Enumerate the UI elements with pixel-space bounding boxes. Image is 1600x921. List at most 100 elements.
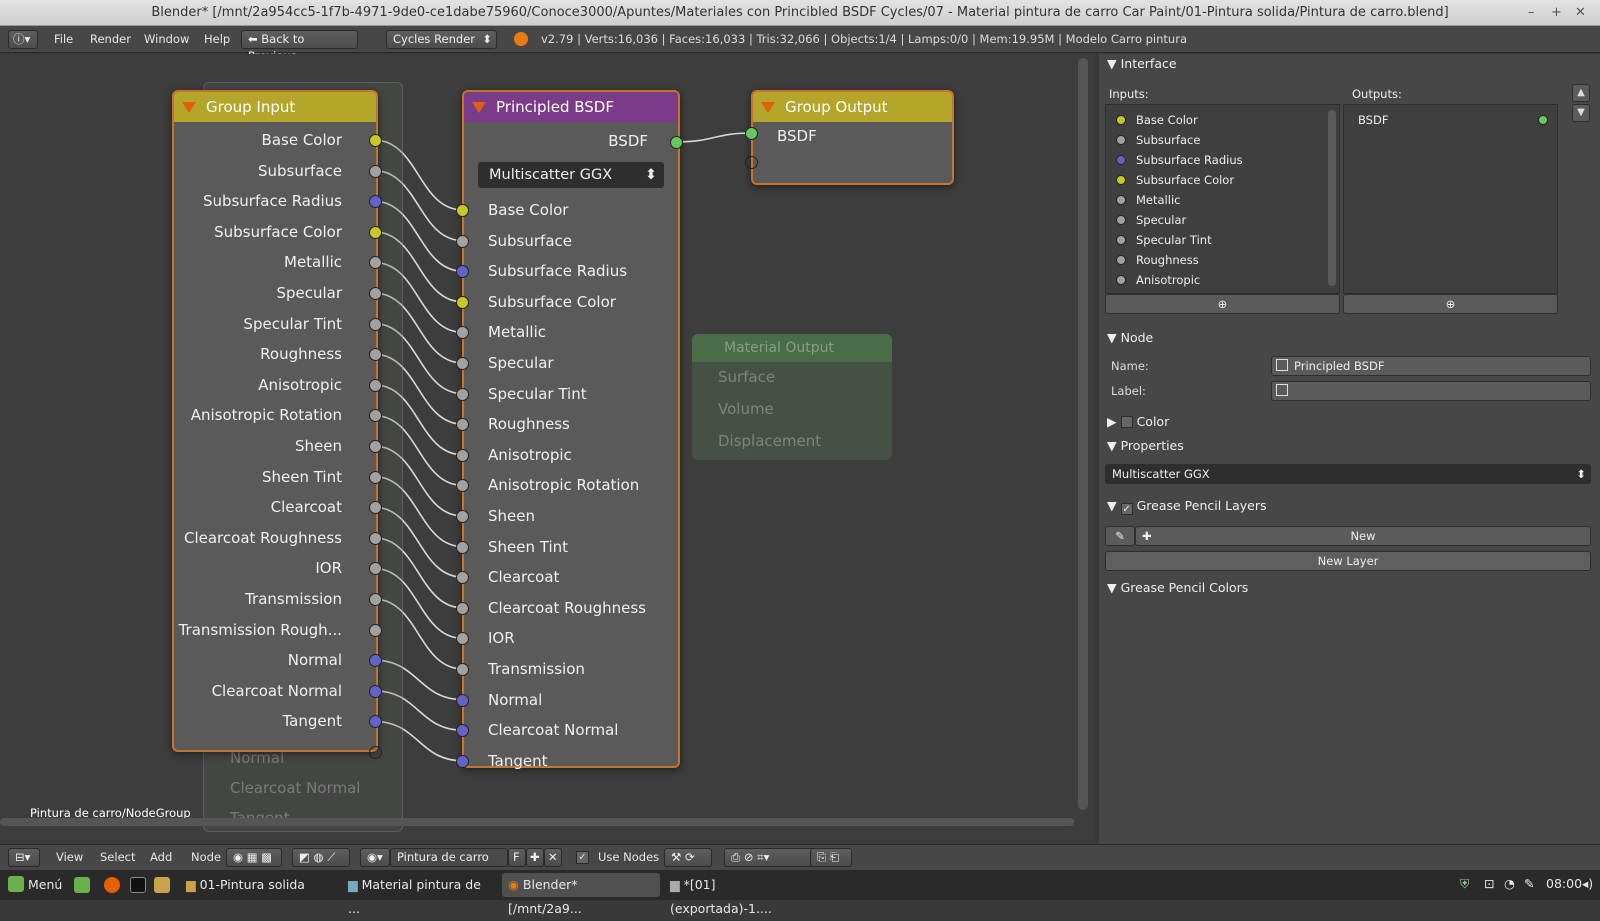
- unlink-material-icon[interactable]: ✕: [544, 848, 562, 867]
- node-editor[interactable]: NodeGroup Normal Clearcoat Normal Tangen…: [0, 54, 1095, 844]
- task-blender[interactable]: ◉ Blender* [/mnt/2a9...: [502, 873, 660, 916]
- start-menu-button[interactable]: Menú: [2, 873, 68, 897]
- principled-input-socket[interactable]: [456, 234, 469, 248]
- interface-outputs-list[interactable]: BSDF: [1343, 104, 1558, 294]
- node-name-field[interactable]: Principled BSDF: [1271, 356, 1591, 376]
- volume-icon[interactable]: ◂): [1582, 876, 1593, 891]
- principled-bsdf-node[interactable]: Principled BSDF BSDF Multiscatter GGX ⬍ B…: [456, 90, 683, 770]
- interface-input-item[interactable]: Specular Tint: [1106, 231, 1326, 249]
- task-document[interactable]: ▆ Material pintura de ...: [342, 873, 498, 916]
- principled-input-socket[interactable]: [456, 479, 469, 493]
- task-image[interactable]: ▆ *[01] (exportada)-1....: [664, 873, 824, 916]
- menu-add[interactable]: Add: [146, 848, 176, 867]
- group-output-header[interactable]: Group Output: [753, 92, 952, 122]
- group-input-socket[interactable]: [369, 225, 382, 239]
- group-input-socket[interactable]: [369, 317, 382, 331]
- principled-bsdf-header[interactable]: Principled BSDF: [464, 92, 678, 122]
- principled-input-socket[interactable]: [456, 601, 469, 615]
- editor-type-node-icon[interactable]: ⊟▾: [8, 848, 40, 867]
- grease-pencil-colors-header[interactable]: ▼ Grease Pencil Colors: [1107, 580, 1248, 595]
- node-panel-header[interactable]: ▼ Node: [1107, 330, 1153, 345]
- principled-input-socket[interactable]: [456, 448, 469, 462]
- network-icon[interactable]: ⊡: [1484, 876, 1494, 891]
- grease-pencil-icon[interactable]: ✎: [1105, 526, 1135, 546]
- shield-icon[interactable]: ⛨: [1460, 876, 1469, 892]
- copy-paste-icons[interactable]: ⎘ ⎗: [810, 848, 852, 867]
- show-desktop-icon[interactable]: [74, 877, 90, 893]
- move-up-icon[interactable]: ▲: [1572, 84, 1590, 102]
- principled-input-socket[interactable]: [456, 754, 469, 768]
- bsdf-link[interactable]: [675, 132, 753, 143]
- group-input-socket[interactable]: [369, 531, 382, 545]
- firefox-icon[interactable]: [104, 877, 120, 893]
- folder-icon[interactable]: [154, 877, 170, 893]
- inputs-list-scrollbar[interactable]: [1328, 110, 1336, 286]
- minimize-icon[interactable]: –: [1528, 0, 1535, 26]
- pen-icon[interactable]: ✎: [1524, 876, 1534, 891]
- principled-input-socket[interactable]: [456, 632, 469, 646]
- menu-window[interactable]: Window: [140, 30, 193, 49]
- vertical-scrollbar[interactable]: [1078, 58, 1088, 810]
- grease-layers-checkbox[interactable]: ✓: [1120, 503, 1133, 515]
- add-output-button[interactable]: ⊕: [1343, 294, 1558, 314]
- user-icon[interactable]: ◔: [1504, 876, 1515, 891]
- principled-input-socket[interactable]: [456, 510, 469, 523]
- principled-input-socket[interactable]: [456, 265, 469, 279]
- move-down-icon[interactable]: ▼: [1572, 104, 1590, 122]
- interface-output-item[interactable]: BSDF: [1344, 111, 1556, 129]
- shader-object-icons[interactable]: ◩ ◍ ⟋: [292, 848, 350, 867]
- menu-render[interactable]: Render: [86, 30, 135, 49]
- grease-pencil-layers-header[interactable]: ▼ ✓ Grease Pencil Layers: [1107, 498, 1267, 515]
- horizontal-scrollbar[interactable]: [0, 818, 1074, 826]
- principled-input-socket[interactable]: [456, 326, 469, 340]
- render-engine-select[interactable]: Cycles Render ⬍: [386, 30, 497, 49]
- material-name-field[interactable]: Pintura de carro: [390, 848, 508, 867]
- properties-panel-header[interactable]: ▼ Properties: [1107, 438, 1184, 453]
- group-input-socket[interactable]: [369, 684, 382, 698]
- distribution-select[interactable]: Multiscatter GGX ⬍: [478, 162, 664, 188]
- material-browse-icon[interactable]: ◉▾: [360, 848, 390, 867]
- new-layer-button[interactable]: New Layer: [1105, 551, 1591, 571]
- principled-input-socket[interactable]: [456, 693, 469, 707]
- group-input-socket[interactable]: [369, 164, 382, 178]
- group-output-bsdf-socket[interactable]: [745, 127, 758, 140]
- add-input-button[interactable]: ⊕: [1105, 294, 1340, 314]
- menu-select[interactable]: Select: [96, 848, 139, 867]
- task-folder[interactable]: ▆ 01-Pintura solida: [180, 873, 338, 897]
- principled-input-socket[interactable]: [456, 571, 469, 585]
- group-output-empty-socket[interactable]: [745, 156, 758, 169]
- group-input-socket[interactable]: [369, 470, 382, 484]
- bsdf-output-socket[interactable]: [670, 136, 683, 149]
- group-input-socket[interactable]: [369, 378, 382, 392]
- color-panel-header[interactable]: ▶ Color: [1107, 414, 1169, 429]
- group-input-socket[interactable]: [369, 134, 382, 147]
- menu-view[interactable]: View: [52, 848, 87, 867]
- group-input-node[interactable]: Group Input Base Color Subsurface Subsurfa…: [172, 90, 382, 759]
- maximize-icon[interactable]: +: [1551, 0, 1562, 26]
- editor-type-info-icon[interactable]: ⓘ▾: [8, 30, 38, 49]
- interface-panel-header[interactable]: ▼ Interface: [1107, 56, 1177, 71]
- menu-node[interactable]: Node: [187, 848, 225, 867]
- shader-type-icons[interactable]: ◉ ▦ ▩: [226, 848, 282, 867]
- collapse-triangle-icon[interactable]: [761, 102, 775, 113]
- principled-input-socket[interactable]: [456, 540, 469, 554]
- collapse-triangle-icon[interactable]: [472, 102, 486, 113]
- interface-input-item[interactable]: Subsurface: [1106, 131, 1326, 149]
- menu-file[interactable]: File: [50, 30, 77, 49]
- color-checkbox[interactable]: [1120, 416, 1133, 428]
- add-material-icon[interactable]: ✚: [526, 848, 544, 867]
- interface-input-item[interactable]: Subsurface Color: [1106, 171, 1326, 189]
- interface-input-item[interactable]: Anisotropic: [1106, 271, 1326, 289]
- principled-input-socket[interactable]: [456, 663, 469, 676]
- collapse-triangle-icon[interactable]: [182, 102, 196, 113]
- interface-input-item[interactable]: Specular: [1106, 211, 1326, 229]
- group-output-node[interactable]: Group Output BSDF: [745, 90, 954, 185]
- properties-distribution-select[interactable]: Multiscatter GGX ⬍: [1105, 464, 1591, 484]
- principled-input-socket[interactable]: [456, 357, 469, 370]
- interface-inputs-list[interactable]: Base Color Subsurface Subsurface Radius Sub…: [1105, 104, 1340, 294]
- fake-user-button[interactable]: F: [508, 848, 526, 867]
- interface-input-item[interactable]: Roughness: [1106, 251, 1326, 269]
- principled-input-socket[interactable]: [456, 204, 469, 217]
- principled-input-socket[interactable]: [456, 295, 469, 309]
- menu-help[interactable]: Help: [200, 30, 234, 49]
